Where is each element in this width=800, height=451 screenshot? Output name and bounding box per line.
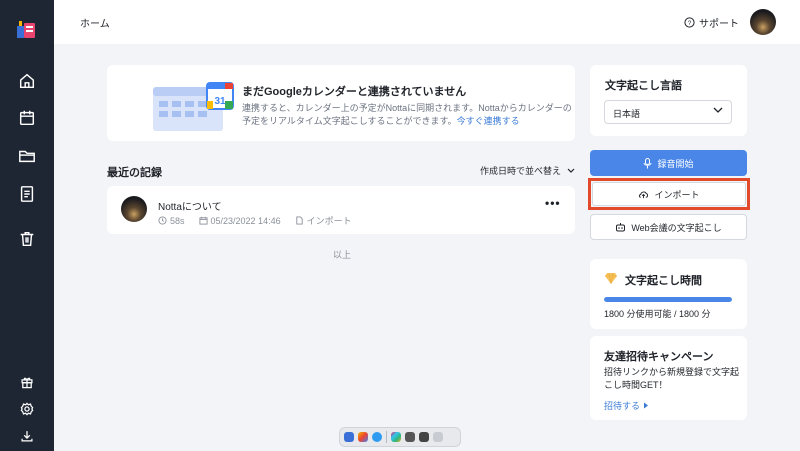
record-thumbnail: [121, 196, 147, 222]
gift-icon[interactable]: [17, 372, 37, 392]
record-meta: 58s 05/23/2022 14:46 インポート: [158, 214, 352, 227]
home-icon[interactable]: [17, 71, 37, 91]
support-link[interactable]: ? サポート: [684, 15, 739, 30]
calendar-connect-banner: 31 まだGoogleカレンダーと連携されていません 連携すると、カレンダー上の…: [107, 65, 575, 141]
import-label: インポート: [654, 189, 700, 200]
top-bar: ホーム ? サポート: [54, 0, 800, 44]
calendar-small-icon: [198, 216, 208, 225]
end-of-list-text: 以上: [333, 250, 352, 260]
calendar-icon[interactable]: [17, 108, 37, 128]
transcription-time-card: 文字起こし時間 1800 分使用可能 / 1800 分: [590, 259, 747, 329]
transcription-time-progress: [604, 297, 732, 302]
sidebar: [0, 0, 54, 451]
finder-app-icon[interactable]: [344, 432, 354, 442]
calendar-illustration-icon: 31: [153, 82, 234, 131]
record-item[interactable]: Nottaについて 58s 05/23/2022 14:46 インポート •••: [107, 186, 575, 234]
connect-now-link[interactable]: 今すぐ連携する: [457, 116, 520, 126]
invite-title: 友達招待キャンペーン: [604, 351, 714, 363]
diamond-icon: [605, 272, 617, 285]
start-recording-button[interactable]: 録音開始: [590, 150, 747, 176]
robot-icon: [616, 223, 626, 232]
web-meeting-transcription-button[interactable]: Web会議の文字起こし: [590, 214, 747, 240]
record-title: Nottaについて: [158, 202, 222, 213]
notta-logo-icon[interactable]: [15, 20, 39, 42]
progress-fill: [604, 297, 732, 302]
language-select[interactable]: 日本語: [604, 100, 732, 124]
invite-link[interactable]: 招待する: [604, 399, 649, 412]
settings-icon[interactable]: [17, 399, 37, 419]
launchpad-app-icon[interactable]: [358, 432, 368, 442]
chevron-down-icon: [713, 107, 723, 113]
invite-link-label: 招待する: [604, 401, 641, 411]
download-icon[interactable]: [17, 426, 37, 446]
screenshot-app-icon[interactable]: [405, 432, 415, 442]
record-duration-value: 58s: [170, 215, 185, 226]
microphone-icon: [643, 157, 652, 168]
folder-icon[interactable]: [17, 146, 37, 166]
cloud-upload-icon: [639, 191, 649, 198]
sort-label: 作成日時で並べ替え: [480, 166, 562, 176]
invite-description: 招待リンクから新規登録で文字起こし時間GET！: [604, 367, 740, 390]
language-selected: 日本語: [613, 109, 641, 119]
trash-icon[interactable]: [17, 229, 37, 249]
preview-app-icon[interactable]: [419, 432, 429, 442]
banner-description: 連携すると、カレンダー上の予定がNottaに同期されます。Nottaからカレンダ…: [242, 102, 572, 128]
language-title: 文字起こし言語: [605, 80, 682, 92]
chevron-down-icon: [567, 168, 575, 173]
file-icon: [295, 216, 303, 225]
safari-app-icon[interactable]: [372, 432, 382, 442]
transcription-time-title: 文字起こし時間: [625, 275, 702, 287]
sort-dropdown[interactable]: 作成日時で並べ替え: [480, 164, 575, 177]
record-duration: 58s: [158, 216, 185, 226]
more-options-icon[interactable]: •••: [545, 196, 561, 210]
banner-title: まだGoogleカレンダーと連携されていません: [242, 86, 467, 98]
record-source-value: インポート: [306, 216, 352, 226]
record-source: インポート: [295, 214, 352, 227]
system-dock: [339, 427, 461, 447]
calendar-day-number: 31: [214, 96, 226, 107]
invite-campaign-card: 友達招待キャンペーン 招待リンクから新規登録で文字起こし時間GET！ 招待する: [590, 336, 747, 420]
svg-text:?: ?: [688, 20, 692, 27]
start-recording-label: 録音開始: [657, 158, 694, 169]
caret-right-icon: [643, 402, 648, 409]
support-label: サポート: [699, 19, 739, 30]
transcription-language-card: 文字起こし言語 日本語: [590, 65, 747, 136]
web-meeting-label: Web会議の文字起こし: [631, 222, 722, 233]
slack-app-icon[interactable]: [391, 432, 401, 442]
user-avatar[interactable]: [750, 9, 776, 35]
transcription-time-usage: 1800 分使用可能 / 1800 分: [604, 309, 711, 319]
import-button[interactable]: インポート: [592, 182, 746, 206]
banner-description-text: 連携すると、カレンダー上の予定がNottaに同期されます。Nottaからカレンダ…: [242, 103, 572, 126]
breadcrumb: ホーム: [80, 19, 110, 30]
record-date-value: 05/23/2022 14:46: [210, 215, 281, 226]
document-list-icon[interactable]: [17, 184, 37, 204]
help-circle-icon: ?: [684, 17, 695, 28]
clock-icon: [158, 216, 167, 225]
recent-records-title: 最近の記録: [107, 167, 162, 179]
record-date: 05/23/2022 14:46: [198, 215, 281, 226]
trash-bin-app-icon[interactable]: [433, 432, 443, 442]
dock-separator: [386, 431, 387, 443]
